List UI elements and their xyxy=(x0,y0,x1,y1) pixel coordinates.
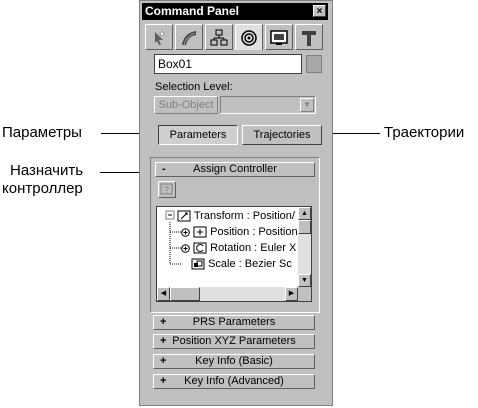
tab-hierarchy[interactable] xyxy=(205,24,233,50)
rollout-title: Key Info (Basic) xyxy=(195,355,273,367)
parameters-button[interactable]: Parameters xyxy=(158,125,238,145)
assign-controller-header[interactable]: - Assign Controller xyxy=(155,162,315,177)
rollout-prs-parameters[interactable]: + PRS Parameters xyxy=(153,315,315,330)
scroll-thumb[interactable] xyxy=(298,220,311,234)
controller-tree[interactable]: Transform : Position/ Position : Positio… xyxy=(156,206,312,302)
position-controller-icon xyxy=(193,226,207,238)
assign-controller-icon: ? xyxy=(160,183,173,195)
rollout-title: Position XYZ Parameters xyxy=(172,335,296,347)
tab-display[interactable] xyxy=(265,24,293,50)
transform-controller-icon xyxy=(177,210,191,222)
trajectories-button[interactable]: Trajectories xyxy=(242,125,322,145)
tree-label-rotation: Rotation : Euler X xyxy=(210,242,297,254)
sub-object-button[interactable]: Sub-Object xyxy=(154,96,218,114)
scroll-up-button[interactable]: ▲ xyxy=(298,207,311,220)
scrollbar-corner xyxy=(298,287,311,301)
tab-create[interactable] xyxy=(145,24,173,50)
tree-vertical-scrollbar[interactable]: ▲ ▼ xyxy=(298,207,311,287)
tab-modify[interactable] xyxy=(175,24,203,50)
display-icon xyxy=(270,30,288,45)
panel-title: Command Panel xyxy=(145,4,240,18)
rollout-title: Key Info (Advanced) xyxy=(184,375,284,387)
tree-label-scale: Scale : Bezier Sc xyxy=(208,258,292,270)
assign-controller-callout-line2: контроллер xyxy=(2,180,83,197)
assign-controller-button[interactable]: ? xyxy=(158,181,176,198)
tree-label-transform: Transform : Position/ xyxy=(193,210,295,222)
scroll-down-button[interactable]: ▼ xyxy=(298,274,311,287)
object-color-swatch[interactable] xyxy=(306,55,322,73)
tree-horizontal-scrollbar[interactable]: ◀ ▶ xyxy=(157,287,298,301)
tree-row-transform[interactable]: Transform : Position/ xyxy=(177,209,295,223)
panel-titlebar: Command Panel × xyxy=(142,3,328,20)
expand-icon xyxy=(181,243,190,253)
scroll-hthumb[interactable] xyxy=(170,287,200,301)
trajectories-callout: Траектории xyxy=(384,124,465,141)
modify-icon xyxy=(182,31,196,46)
assign-controller-title: Assign Controller xyxy=(193,163,277,175)
close-button[interactable]: × xyxy=(313,5,326,17)
command-tabs xyxy=(145,24,327,50)
object-name-field[interactable]: Box01 xyxy=(154,54,302,74)
sub-object-dropdown[interactable]: ▼ xyxy=(220,96,316,114)
tree-row-position[interactable]: Position : Position xyxy=(181,225,298,239)
tree-row-scale[interactable]: Scale : Bezier Sc xyxy=(191,257,292,271)
create-icon xyxy=(155,30,166,45)
scroll-right-button[interactable]: ▶ xyxy=(285,287,298,301)
svg-text:?: ? xyxy=(164,185,169,195)
chevron-down-icon: ▼ xyxy=(300,98,314,112)
rotation-controller-icon xyxy=(193,242,207,254)
hierarchy-icon xyxy=(210,29,228,46)
scroll-left-button[interactable]: ◀ xyxy=(157,287,170,301)
rollout-position-xyz-parameters[interactable]: + Position XYZ Parameters xyxy=(153,334,315,349)
scale-controller-icon xyxy=(191,258,205,270)
rollout-key-info-basic[interactable]: + Key Info (Basic) xyxy=(153,354,315,369)
selection-level-label: Selection Level: xyxy=(155,81,233,93)
tab-motion[interactable] xyxy=(235,24,263,50)
tree-label-position: Position : Position xyxy=(210,226,298,238)
rollout-title: PRS Parameters xyxy=(192,316,276,328)
assign-controller-callout-line1: Назначить xyxy=(10,162,84,179)
expand-icon xyxy=(181,227,190,237)
rollout-key-info-advanced[interactable]: + Key Info (Advanced) xyxy=(153,374,315,389)
tab-utilities[interactable] xyxy=(295,24,323,50)
utilities-icon xyxy=(302,31,316,46)
tree-row-rotation[interactable]: Rotation : Euler X xyxy=(181,241,296,255)
parameters-callout: Параметры xyxy=(2,124,82,141)
motion-icon xyxy=(241,30,257,46)
